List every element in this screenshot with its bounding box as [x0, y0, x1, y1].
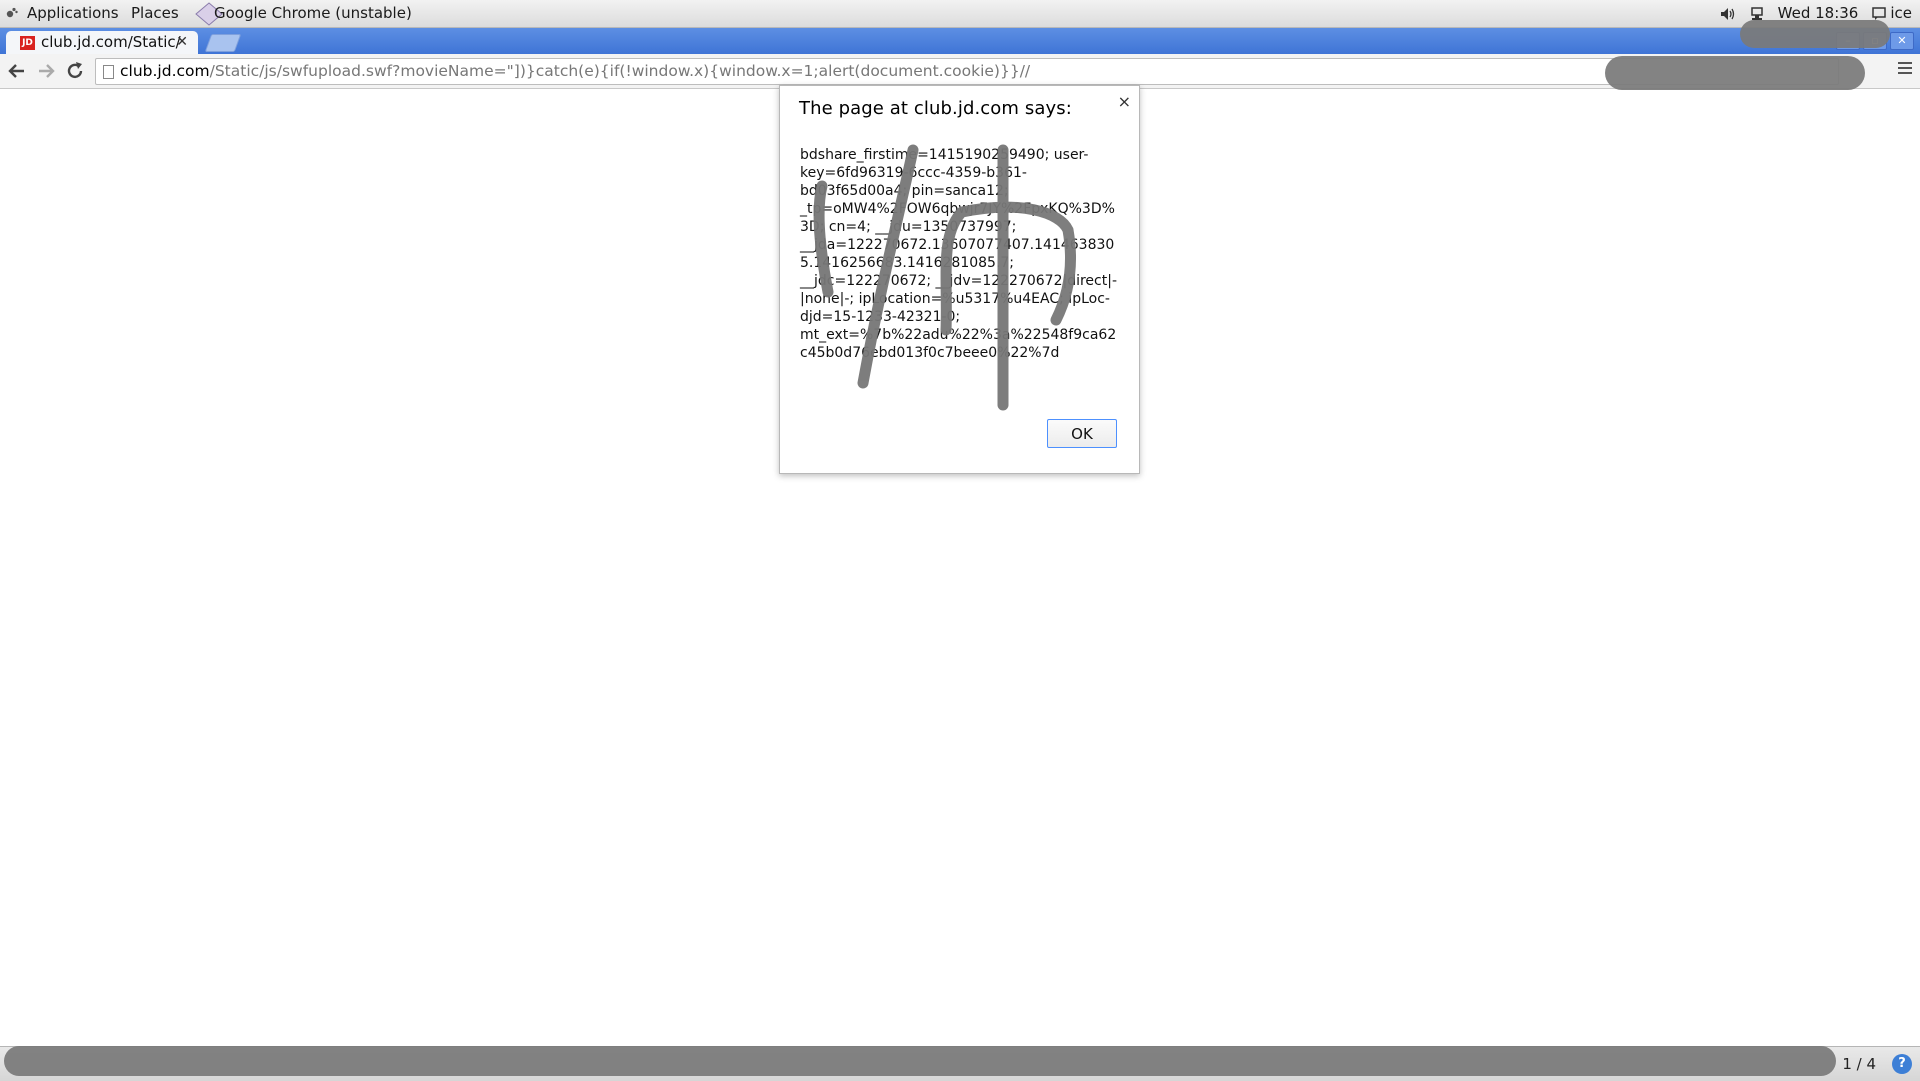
- tab-title: club.jd.com/Static/: [41, 33, 181, 51]
- help-icon[interactable]: ?: [1892, 1054, 1912, 1074]
- places-menu[interactable]: Places: [131, 0, 179, 27]
- reload-icon[interactable]: [63, 59, 87, 83]
- new-tab-button[interactable]: [204, 34, 242, 52]
- active-window-menu[interactable]: Google Chrome (unstable): [214, 0, 412, 27]
- ok-button[interactable]: OK: [1047, 419, 1117, 448]
- workspace-pager[interactable]: 1 / 4: [1842, 1047, 1876, 1081]
- page-icon: [103, 65, 114, 79]
- user-name: ice: [1890, 4, 1912, 22]
- forward-arrow-icon[interactable]: [34, 59, 58, 83]
- url-host: club.jd.com: [120, 62, 210, 80]
- user-chat-icon: [1872, 7, 1887, 20]
- chrome-menu-icon[interactable]: [1898, 62, 1912, 76]
- volume-icon[interactable]: [1720, 7, 1736, 21]
- dialog-title: The page at club.jd.com says:: [799, 98, 1072, 119]
- url-path: /Static/js/swfupload.swf?movieName="])}c…: [209, 62, 1031, 80]
- dialog-message: bdshare_firstime=1415190259490; user-key…: [800, 147, 1118, 361]
- browser-tab[interactable]: JD club.jd.com/Static/ ✕: [6, 31, 198, 54]
- redaction-scribble: [4, 1046, 1836, 1076]
- dialog-close-icon[interactable]: ×: [1118, 92, 1131, 111]
- address-bar[interactable]: club.jd.com/Static/js/swfupload.swf?movi…: [95, 58, 1839, 85]
- jd-favicon-icon: JD: [20, 36, 35, 50]
- top-panel: Applications Places Google Chrome (unsta…: [0, 0, 1920, 28]
- url-text[interactable]: club.jd.com/Static/js/swfupload.swf?movi…: [120, 59, 1030, 84]
- tab-close-icon[interactable]: ✕: [176, 31, 188, 54]
- applications-foot-icon: [6, 7, 18, 18]
- alert-dialog: The page at club.jd.com says: × bdshare_…: [779, 85, 1140, 474]
- redaction-scribble: [1740, 20, 1890, 48]
- applications-menu[interactable]: Applications: [27, 0, 119, 27]
- back-arrow-icon[interactable]: [5, 59, 29, 83]
- redaction-scribble: [1605, 56, 1865, 90]
- tab-strip: JD club.jd.com/Static/ ✕ – ▫ ✕: [0, 28, 1920, 54]
- close-window-button[interactable]: ✕: [1890, 32, 1914, 50]
- network-icon[interactable]: [1750, 6, 1764, 21]
